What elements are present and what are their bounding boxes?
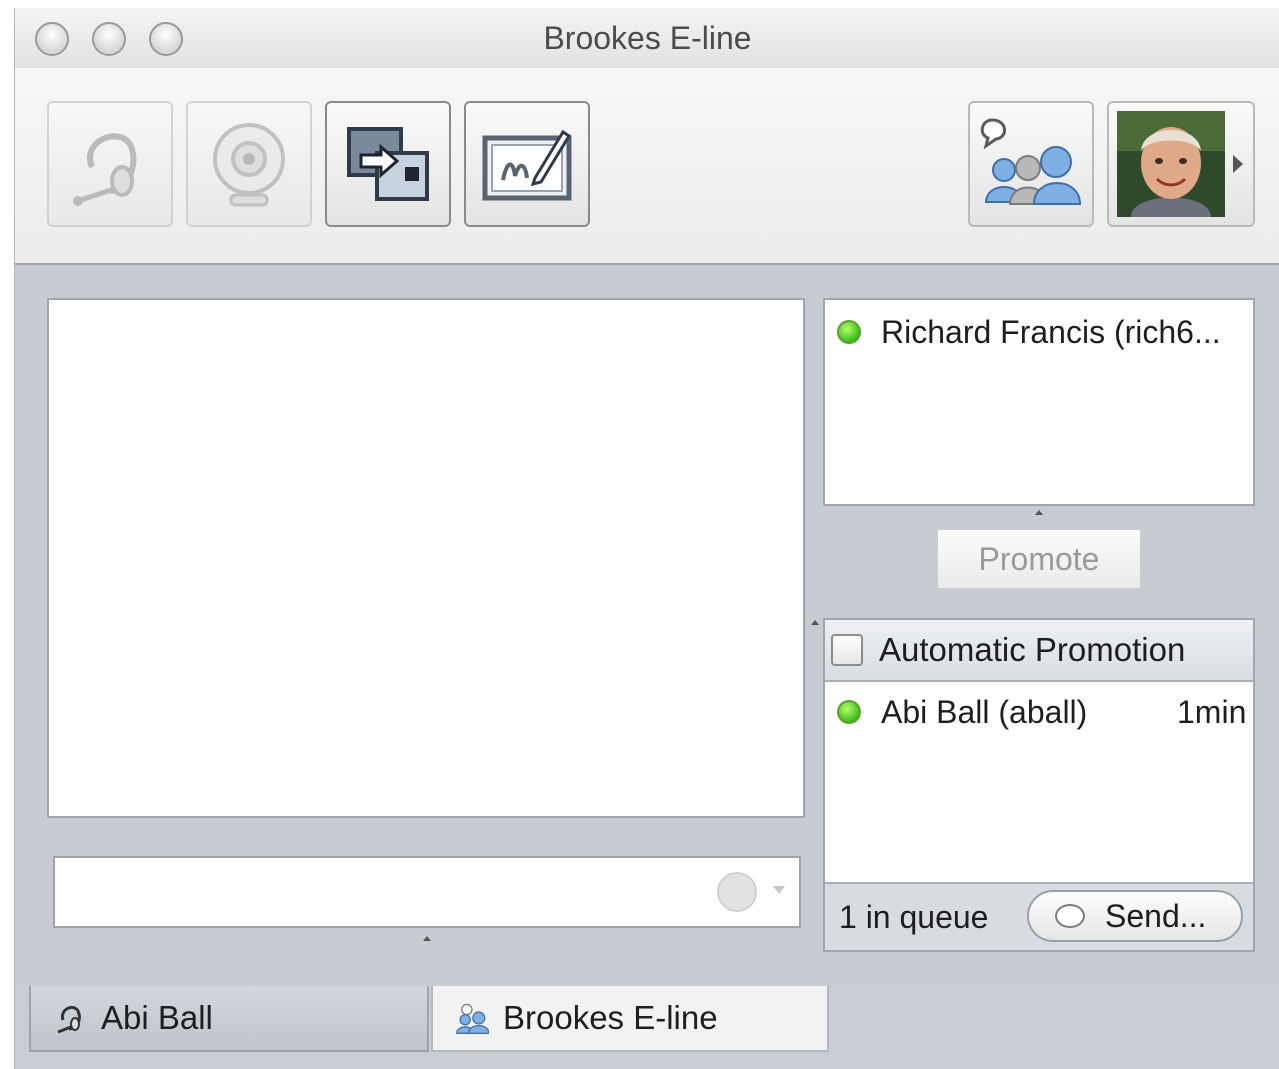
splitter-handle[interactable]: [1035, 510, 1043, 515]
promote-button[interactable]: Promote: [936, 528, 1142, 590]
group-icon: [455, 1001, 489, 1035]
queue-footer: 1 in queue Send...: [825, 884, 1253, 950]
headset-icon: [53, 1001, 87, 1035]
send-button[interactable]: Send...: [1027, 890, 1243, 942]
queue-user-name: Abi Ball (aball): [881, 693, 1088, 730]
tab-label: Brookes E-line: [503, 999, 718, 1036]
toolbar: [15, 68, 1279, 265]
list-item[interactable]: Richard Francis (rich6...: [825, 308, 1221, 356]
headset-icon: [73, 133, 137, 206]
automatic-promotion-checkbox[interactable]: [831, 634, 863, 666]
participants-button[interactable]: [968, 101, 1094, 227]
group-chat-icon: [980, 118, 1082, 205]
message-input[interactable]: [53, 856, 801, 928]
whiteboard-icon: [482, 129, 572, 201]
automatic-promotion-toggle[interactable]: Automatic Promotion: [825, 620, 1253, 682]
tab-brookes-e-line[interactable]: Brookes E-line: [431, 986, 829, 1052]
online-status-icon: [837, 700, 861, 724]
list-item[interactable]: Abi Ball (aball) 1min: [825, 688, 1253, 736]
queue-panel: Automatic Promotion Abi Ball (aball) 1mi…: [823, 618, 1255, 952]
chevron-down-icon[interactable]: [773, 886, 785, 894]
audio-button[interactable]: [47, 101, 173, 227]
participants-list: Richard Francis (rich6...: [823, 298, 1255, 506]
tab-bar: Abi Ball Brookes E-line: [15, 984, 1279, 1069]
app-window: Brookes E-line Richard Francis (rich6...…: [14, 8, 1279, 1069]
chat-transcript: [47, 298, 805, 818]
screen-share-button[interactable]: [325, 101, 451, 227]
screen-share-icon: [347, 127, 429, 201]
participant-name: Richard Francis (rich6...: [881, 313, 1221, 350]
online-status-icon: [837, 320, 861, 344]
menu-arrow-icon: [1233, 155, 1243, 173]
queue-wait-time: 1min: [1177, 693, 1247, 730]
webcam-icon: [213, 123, 285, 207]
whiteboard-button[interactable]: [464, 101, 590, 227]
title-bar: Brookes E-line: [15, 8, 1279, 69]
user-menu-button[interactable]: [1107, 101, 1255, 227]
tab-label: Abi Ball: [101, 999, 213, 1036]
send-button-label: Send...: [1105, 897, 1207, 934]
smiley-icon[interactable]: [717, 872, 757, 912]
splitter-handle[interactable]: [811, 620, 819, 625]
tab-abi-ball[interactable]: Abi Ball: [29, 986, 429, 1052]
video-button[interactable]: [186, 101, 312, 227]
resize-handle[interactable]: [423, 936, 431, 941]
automatic-promotion-label: Automatic Promotion: [879, 631, 1186, 668]
user-avatar: [1117, 111, 1225, 217]
queue-list: Abi Ball (aball) 1min: [825, 682, 1253, 884]
queue-count: 1 in queue: [839, 898, 989, 935]
window-title: Brookes E-line: [543, 20, 752, 56]
speech-bubble-icon: [1055, 904, 1085, 928]
